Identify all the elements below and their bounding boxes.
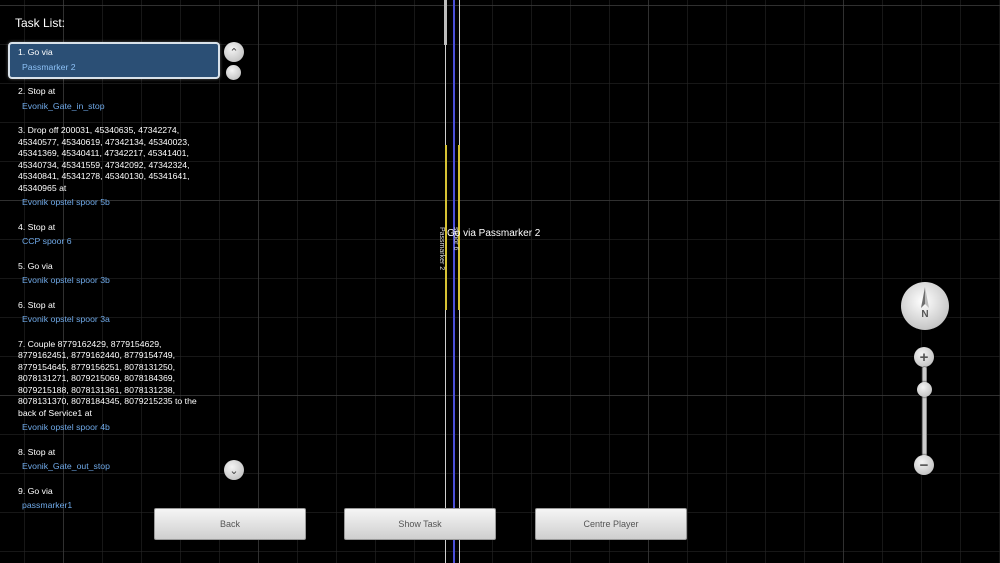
- task-description: 9. Go via: [18, 485, 53, 496]
- task-location-link[interactable]: Evonik_Gate_in_stop: [22, 101, 210, 113]
- task-description: 4. Stop at: [18, 221, 56, 232]
- task-location-link[interactable]: Passmarker 2: [22, 62, 210, 74]
- task-list[interactable]: 1. Go via Passmarker 2 2. Stop at Evonik_Ga…: [8, 42, 220, 520]
- route-label: Go via Passmarker 2: [447, 228, 541, 239]
- centre-player-button[interactable]: Centre Player: [535, 508, 687, 540]
- scroll-handle[interactable]: [226, 65, 241, 80]
- rail-marker-top: [444, 0, 447, 45]
- task-location-link[interactable]: Evonik opstel spoor 3b: [22, 275, 210, 287]
- task-location-link[interactable]: Evonik opstel spoor 5b: [22, 197, 210, 209]
- zoom-slider-handle[interactable]: [917, 382, 932, 397]
- task-item[interactable]: 6. Stop at Evonik opstel spoor 3a: [8, 295, 220, 332]
- task-item[interactable]: 3. Drop off 200031, 45340635, 47342274, …: [8, 120, 220, 215]
- zoom-out-button[interactable]: −: [914, 455, 934, 475]
- task-description: 1. Go via: [18, 47, 53, 57]
- compass-north-label: N: [921, 309, 929, 320]
- task-location-link[interactable]: Evonik opstel spoor 4b: [22, 422, 210, 434]
- task-location-link[interactable]: Evonik opstel spoor 3a: [22, 314, 210, 326]
- task-item[interactable]: 4. Stop at CCP spoor 6: [8, 217, 220, 254]
- task-item[interactable]: 5. Go via Evonik opstel spoor 3b: [8, 256, 220, 293]
- chevron-up-icon[interactable]: ⌃: [224, 42, 244, 62]
- track-label-passmarker: Passmarker 2: [438, 227, 445, 271]
- task-item[interactable]: 7. Couple 8779162429, 8779154629, 877916…: [8, 334, 220, 440]
- compass-needle-icon: [921, 287, 929, 308]
- task-list-title: Task List:: [15, 16, 66, 30]
- task-description: 2. Stop at: [18, 86, 56, 96]
- task-item[interactable]: 8. Stop at Evonik_Gate_out_stop: [8, 442, 220, 479]
- task-location-link[interactable]: Evonik_Gate_out_stop: [22, 461, 210, 473]
- task-item[interactable]: 2. Stop at Evonik_Gate_in_stop: [8, 81, 220, 118]
- task-description: 3. Drop off 200031, 45340635, 47342274, …: [18, 125, 190, 193]
- task-description: 8. Stop at: [18, 446, 56, 457]
- task-item[interactable]: 1. Go via Passmarker 2: [8, 42, 220, 79]
- chevron-down-icon[interactable]: ⌄: [224, 460, 244, 480]
- show-task-button[interactable]: Show Task: [344, 508, 496, 540]
- zoom-in-button[interactable]: +: [914, 347, 934, 367]
- task-description: 6. Stop at: [18, 299, 56, 310]
- task-location-link[interactable]: CCP spoor 6: [22, 236, 210, 248]
- route-line: [453, 0, 455, 563]
- back-button[interactable]: Back: [154, 508, 306, 540]
- zoom-slider-track[interactable]: [922, 366, 927, 458]
- task-description: 5. Go via: [18, 260, 53, 271]
- compass-icon[interactable]: N: [901, 282, 949, 330]
- task-description: 7. Couple 8779162429, 8779154629, 877916…: [18, 338, 197, 418]
